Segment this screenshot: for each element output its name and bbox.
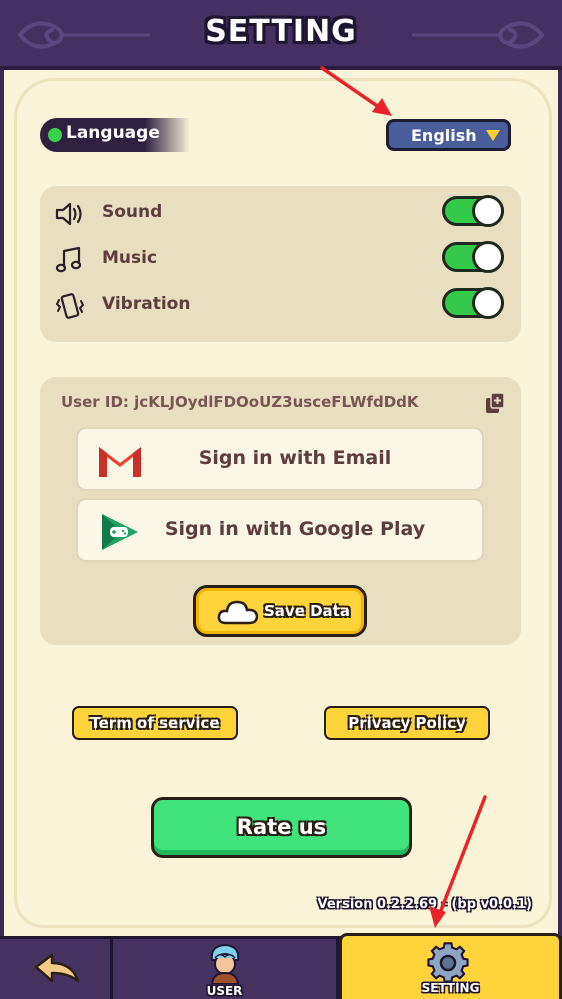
rate-us-button[interactable]: Rate us [151,797,412,858]
sign-in-google-play-label: Sign in with Google Play [164,518,426,540]
privacy-policy-label: Privacy Policy [348,714,466,732]
music-toggle[interactable] [442,241,504,273]
terms-of-service-button[interactable]: Term of service [72,706,238,740]
language-selected-value: English [411,126,477,145]
speaker-icon [55,202,82,226]
toggle-knob [472,287,504,319]
status-dot-icon [48,128,62,142]
cloud-icon [217,600,259,625]
sound-toggle[interactable] [442,195,504,227]
sound-label: Sound [102,202,163,222]
terms-of-service-label: Term of service [90,714,220,732]
music-row: Music [54,241,504,278]
save-data-button[interactable]: Save Data [193,585,367,637]
sign-in-email-label: Sign in with Email [198,447,392,469]
vibration-label: Vibration [102,294,191,314]
dropdown-caret-icon [486,130,500,141]
privacy-policy-button[interactable]: Privacy Policy [324,706,490,740]
account-card: User ID: jcKLJOydlFDOoUZ3usceFLWfdDdK Si… [40,377,521,645]
nav-tab-user[interactable]: USER [113,939,339,999]
toggle-knob [472,241,504,273]
nav-tab-setting[interactable]: SETTING [339,933,562,999]
copy-icon[interactable] [485,392,505,414]
language-label-text: Language [66,123,160,143]
bottom-nav: USER SETTING [0,933,562,999]
language-dropdown[interactable]: English [386,119,511,151]
back-button[interactable] [0,939,113,999]
vibration-row: Vibration [54,287,504,324]
nav-user-label: USER [206,984,243,998]
sound-row: Sound [54,195,504,232]
page-title: SETTING [205,14,357,49]
audio-settings-card: Sound Music Vibration [40,186,521,342]
gear-icon [427,942,469,983]
version-text: Version 0.2.2.69 - (bp v0.0.1) [317,897,532,912]
sign-in-email-button[interactable]: Sign in with Email [76,427,484,491]
save-data-label: Save Data [264,602,350,620]
back-arrow-icon [34,953,80,983]
settings-screen: SETTING Language English Sound Music Vib… [0,0,562,999]
header-bar: SETTING [0,0,562,70]
vibration-toggle[interactable] [442,287,504,319]
sign-in-google-play-button[interactable]: Sign in with Google Play [76,498,484,562]
user-id-text: User ID: jcKLJOydlFDOoUZ3usceFLWfdDdK [61,393,419,411]
user-avatar-icon [210,943,240,984]
rate-us-label: Rate us [236,815,327,839]
music-note-icon [55,246,82,273]
language-label: Language [40,118,190,152]
music-label: Music [102,248,158,268]
nav-setting-label: SETTING [421,981,480,995]
toggle-knob [472,195,504,227]
vibration-icon [55,293,85,319]
